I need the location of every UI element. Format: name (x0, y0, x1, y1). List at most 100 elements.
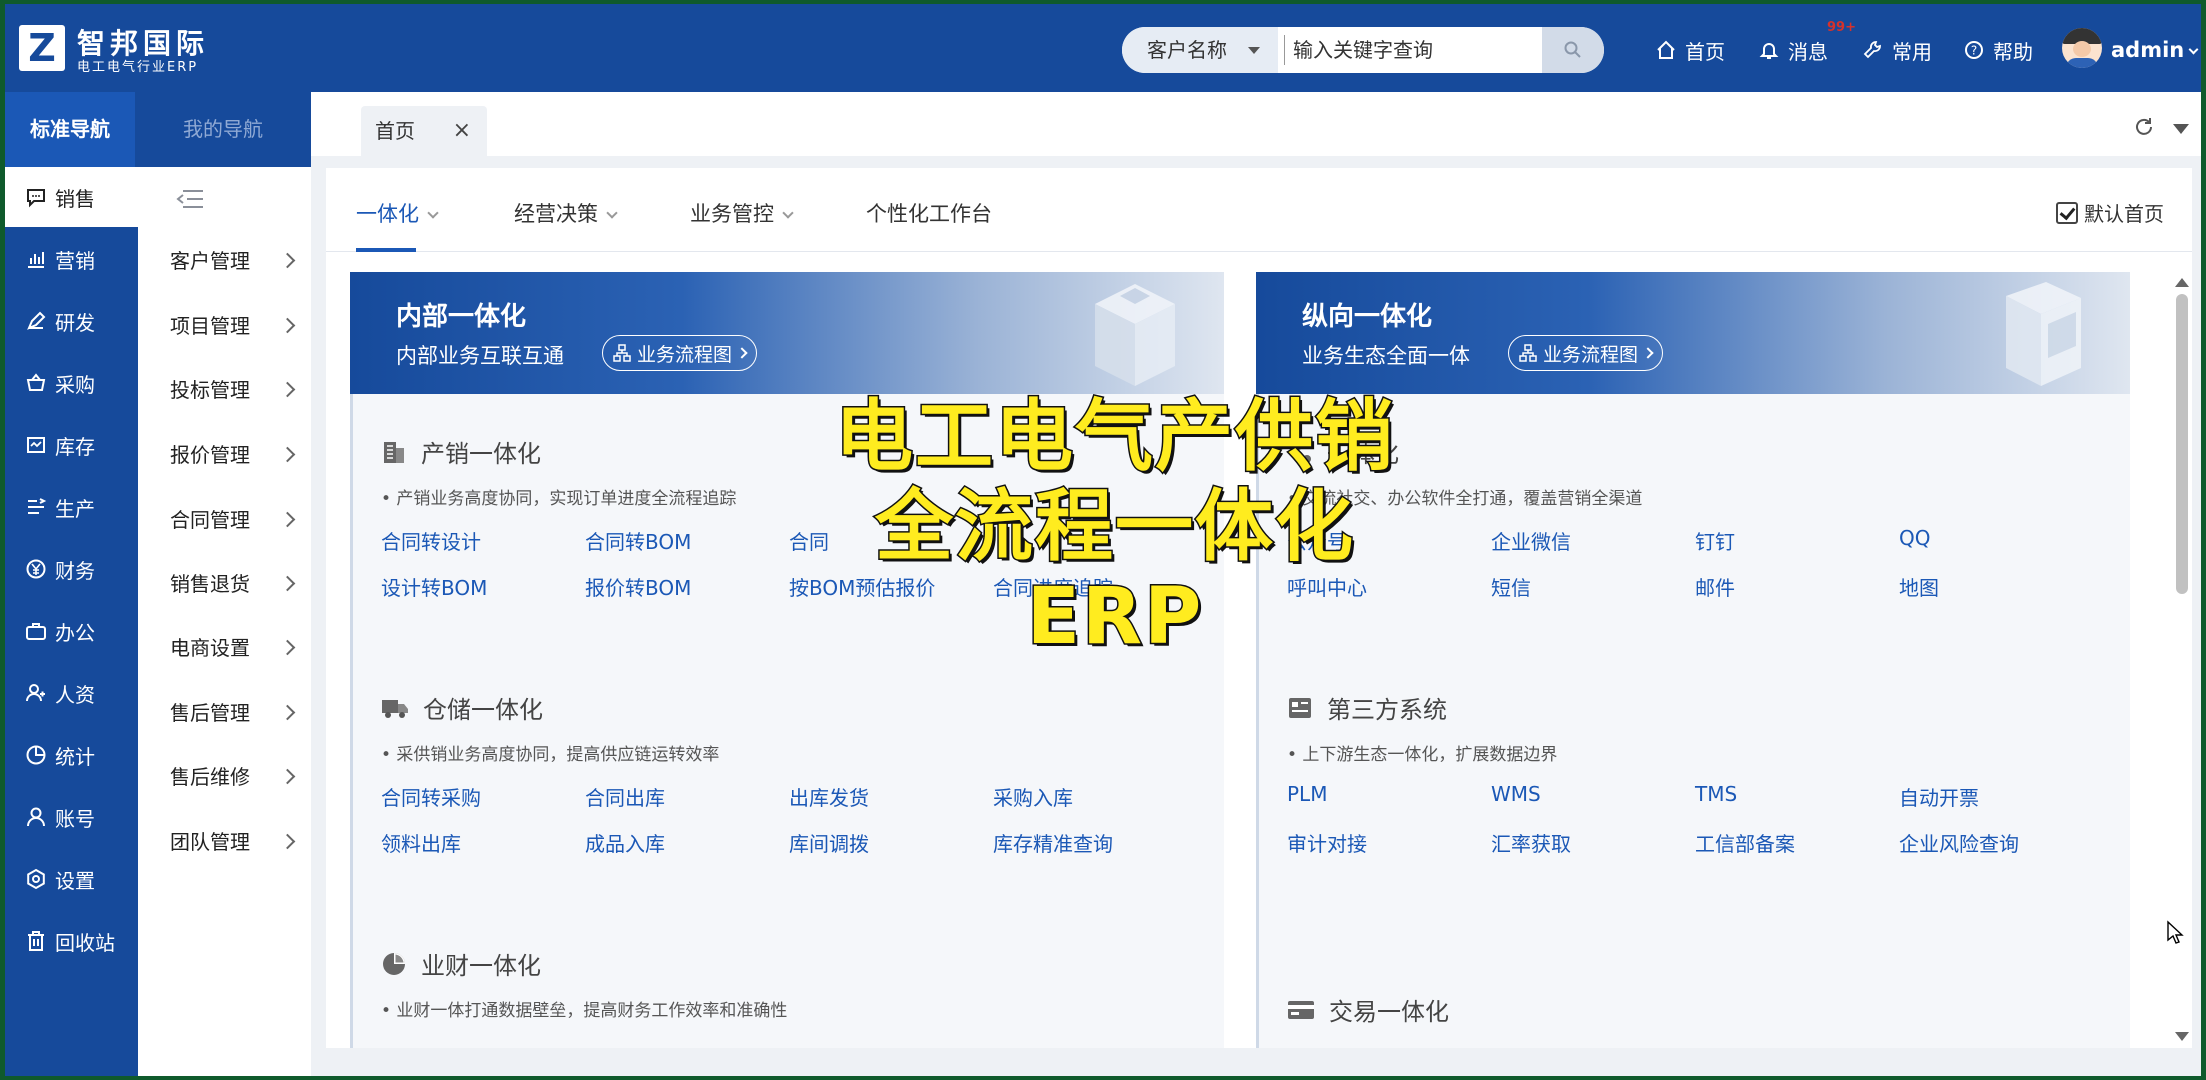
scroll-up-arrow-icon[interactable] (2175, 278, 2189, 287)
link-item[interactable]: 采购入库 (993, 782, 1073, 811)
flow-chart-button[interactable]: 业务流程图 (1508, 335, 1664, 371)
default-home-toggle[interactable]: 默认首页 (2056, 198, 2164, 227)
search-icon (1564, 41, 1581, 58)
cube-illustration-icon (1095, 284, 1175, 386)
group-title: 第三方系统 (1287, 690, 1447, 725)
sidebar-item-label: 采购 (55, 372, 95, 397)
avatar[interactable] (2062, 28, 2102, 68)
search-type-select[interactable]: 客户名称 (1122, 27, 1278, 73)
link-item[interactable]: PLM (1287, 782, 1327, 806)
link-item[interactable]: 库间调拨 (789, 828, 869, 857)
group-desc: • 产销业务高度协同，实现订单进度全流程追踪 (381, 489, 737, 509)
sidebar-item-office[interactable]: 办公 (5, 601, 138, 661)
wrench-icon (1863, 41, 1881, 59)
link-item[interactable]: WMS (1491, 782, 1541, 806)
brand-subtitle: 电工电气行业ERP (77, 60, 199, 75)
submenu-item[interactable]: 报价管理 (170, 423, 303, 487)
tab-standard-nav[interactable]: 标准导航 (5, 92, 135, 167)
link-item[interactable]: 合同出库 (585, 782, 665, 811)
submenu-item[interactable]: 客户管理 (170, 229, 303, 293)
sidebar-item-recycle[interactable]: 回收站 (5, 911, 138, 971)
link-item[interactable]: 审计对接 (1287, 828, 1367, 857)
submenu-item[interactable]: 合同管理 (170, 488, 303, 552)
link-item[interactable]: 出库发货 (789, 782, 869, 811)
link-item[interactable]: 企业微信 (1491, 526, 1571, 555)
link-item[interactable]: 汇率获取 (1491, 828, 1571, 857)
tab-home[interactable]: 首页 × (361, 106, 487, 156)
scroll-down-arrow-icon[interactable] (2175, 1032, 2189, 1041)
sidebar-item-account[interactable]: 账号 (5, 787, 138, 847)
tab-workbench[interactable]: 个性化工作台 (866, 198, 992, 228)
nav-messages[interactable]: 消息 (1758, 30, 1828, 70)
search-button[interactable] (1542, 27, 1604, 73)
link-item[interactable]: 工信部备案 (1695, 828, 1795, 857)
submenu-item[interactable]: 售后维修 (170, 745, 303, 809)
chevron-down-icon (782, 207, 794, 219)
svg-text:?: ? (1971, 44, 1977, 58)
pie-icon (26, 745, 46, 765)
nav-help-label: 帮助 (1993, 39, 2033, 64)
checkbox-checked-icon[interactable] (2056, 201, 2078, 224)
link-item[interactable]: 报价转BOM (585, 572, 691, 601)
pie-chart-icon (383, 952, 405, 975)
close-icon[interactable]: × (453, 106, 471, 156)
search-input[interactable] (1284, 35, 1534, 65)
sidebar-item-sales[interactable]: 销售 (5, 167, 138, 227)
sidebar-item-stats[interactable]: 统计 (5, 725, 138, 785)
submenu-item[interactable]: 销售退货 (170, 552, 303, 616)
link-item[interactable]: 企业风险查询 (1899, 828, 2019, 857)
group-title-text: 产销一体化 (421, 440, 541, 468)
submenu-item[interactable]: 团队管理 (170, 810, 303, 874)
sidebar-item-purchase[interactable]: 采购 (5, 353, 138, 413)
sidebar-item-production[interactable]: 生产 (5, 477, 138, 537)
tab-menu-caret-icon[interactable] (2173, 124, 2189, 134)
nav-common[interactable]: 常用 (1862, 30, 1932, 70)
link-item[interactable]: 合同转采购 (381, 782, 481, 811)
link-item[interactable]: TMS (1695, 782, 1737, 806)
submenu-label: 团队管理 (170, 830, 250, 854)
submenu-item[interactable]: 投标管理 (170, 358, 303, 422)
link-item[interactable]: 邮件 (1695, 572, 1735, 601)
nav-help[interactable]: ? 帮助 (1963, 30, 2033, 70)
chevron-down-icon (2188, 44, 2199, 55)
tab-control[interactable]: 业务管控 (690, 198, 794, 228)
sidebar-item-label: 营销 (55, 248, 95, 273)
link-item[interactable]: 地图 (1899, 572, 1939, 601)
briefcase-icon (26, 623, 46, 640)
flow-chart-button[interactable]: 业务流程图 (602, 335, 758, 371)
submenu-item[interactable]: 售后管理 (170, 681, 303, 745)
nav-home[interactable]: 首页 (1655, 30, 1725, 70)
tab-decision[interactable]: 经营决策 (514, 198, 618, 228)
app-window: Z 智邦国际 电工电气行业ERP 客户名称 首页 99+ 消息 常用 (5, 4, 2201, 1076)
link-item[interactable]: 短信 (1491, 572, 1531, 601)
link-item[interactable]: QQ (1899, 526, 1930, 550)
tab-my-nav[interactable]: 我的导航 (135, 92, 311, 167)
link-item[interactable]: 钉钉 (1695, 526, 1735, 555)
link-item[interactable]: 领料出库 (381, 828, 461, 857)
link-item[interactable]: 自动开票 (1899, 782, 1979, 811)
scrollbar-thumb[interactable] (2176, 294, 2188, 594)
trash-icon (28, 931, 44, 951)
user-menu[interactable]: admin (2111, 38, 2199, 62)
submenu-item[interactable]: 电商设置 (170, 616, 303, 680)
sidebar-item-hr[interactable]: 人资 (5, 663, 138, 723)
chevron-right-icon (279, 639, 296, 656)
link-item[interactable]: 库存精准查询 (993, 828, 1113, 857)
collapse-menu-icon[interactable] (175, 187, 205, 211)
top-header: Z 智邦国际 电工电气行业ERP 客户名称 首页 99+ 消息 常用 (5, 4, 2201, 92)
link-item[interactable]: 成品入库 (585, 828, 665, 857)
link-item[interactable]: 合同转设计 (381, 526, 481, 555)
link-item[interactable]: 合同转BOM (585, 526, 691, 555)
group-desc: • 业财一体打通数据壁垒，提高财务工作效率和准确性 (381, 1001, 788, 1021)
link-item[interactable]: 设计转BOM (381, 572, 487, 601)
refresh-icon[interactable] (2133, 116, 2155, 138)
sidebar-item-label: 生产 (55, 496, 95, 521)
sidebar-item-marketing[interactable]: 营销 (5, 229, 138, 289)
sidebar-item-inventory[interactable]: 库存 (5, 415, 138, 475)
sidebar-item-finance[interactable]: 财务 (5, 539, 138, 599)
sidebar-item-settings[interactable]: 设置 (5, 849, 138, 909)
submenu-item[interactable]: 项目管理 (170, 294, 303, 358)
chevron-right-icon (1642, 347, 1654, 359)
tab-integration[interactable]: 一体化 (356, 198, 439, 228)
sidebar-item-rd[interactable]: 研发 (5, 291, 138, 351)
